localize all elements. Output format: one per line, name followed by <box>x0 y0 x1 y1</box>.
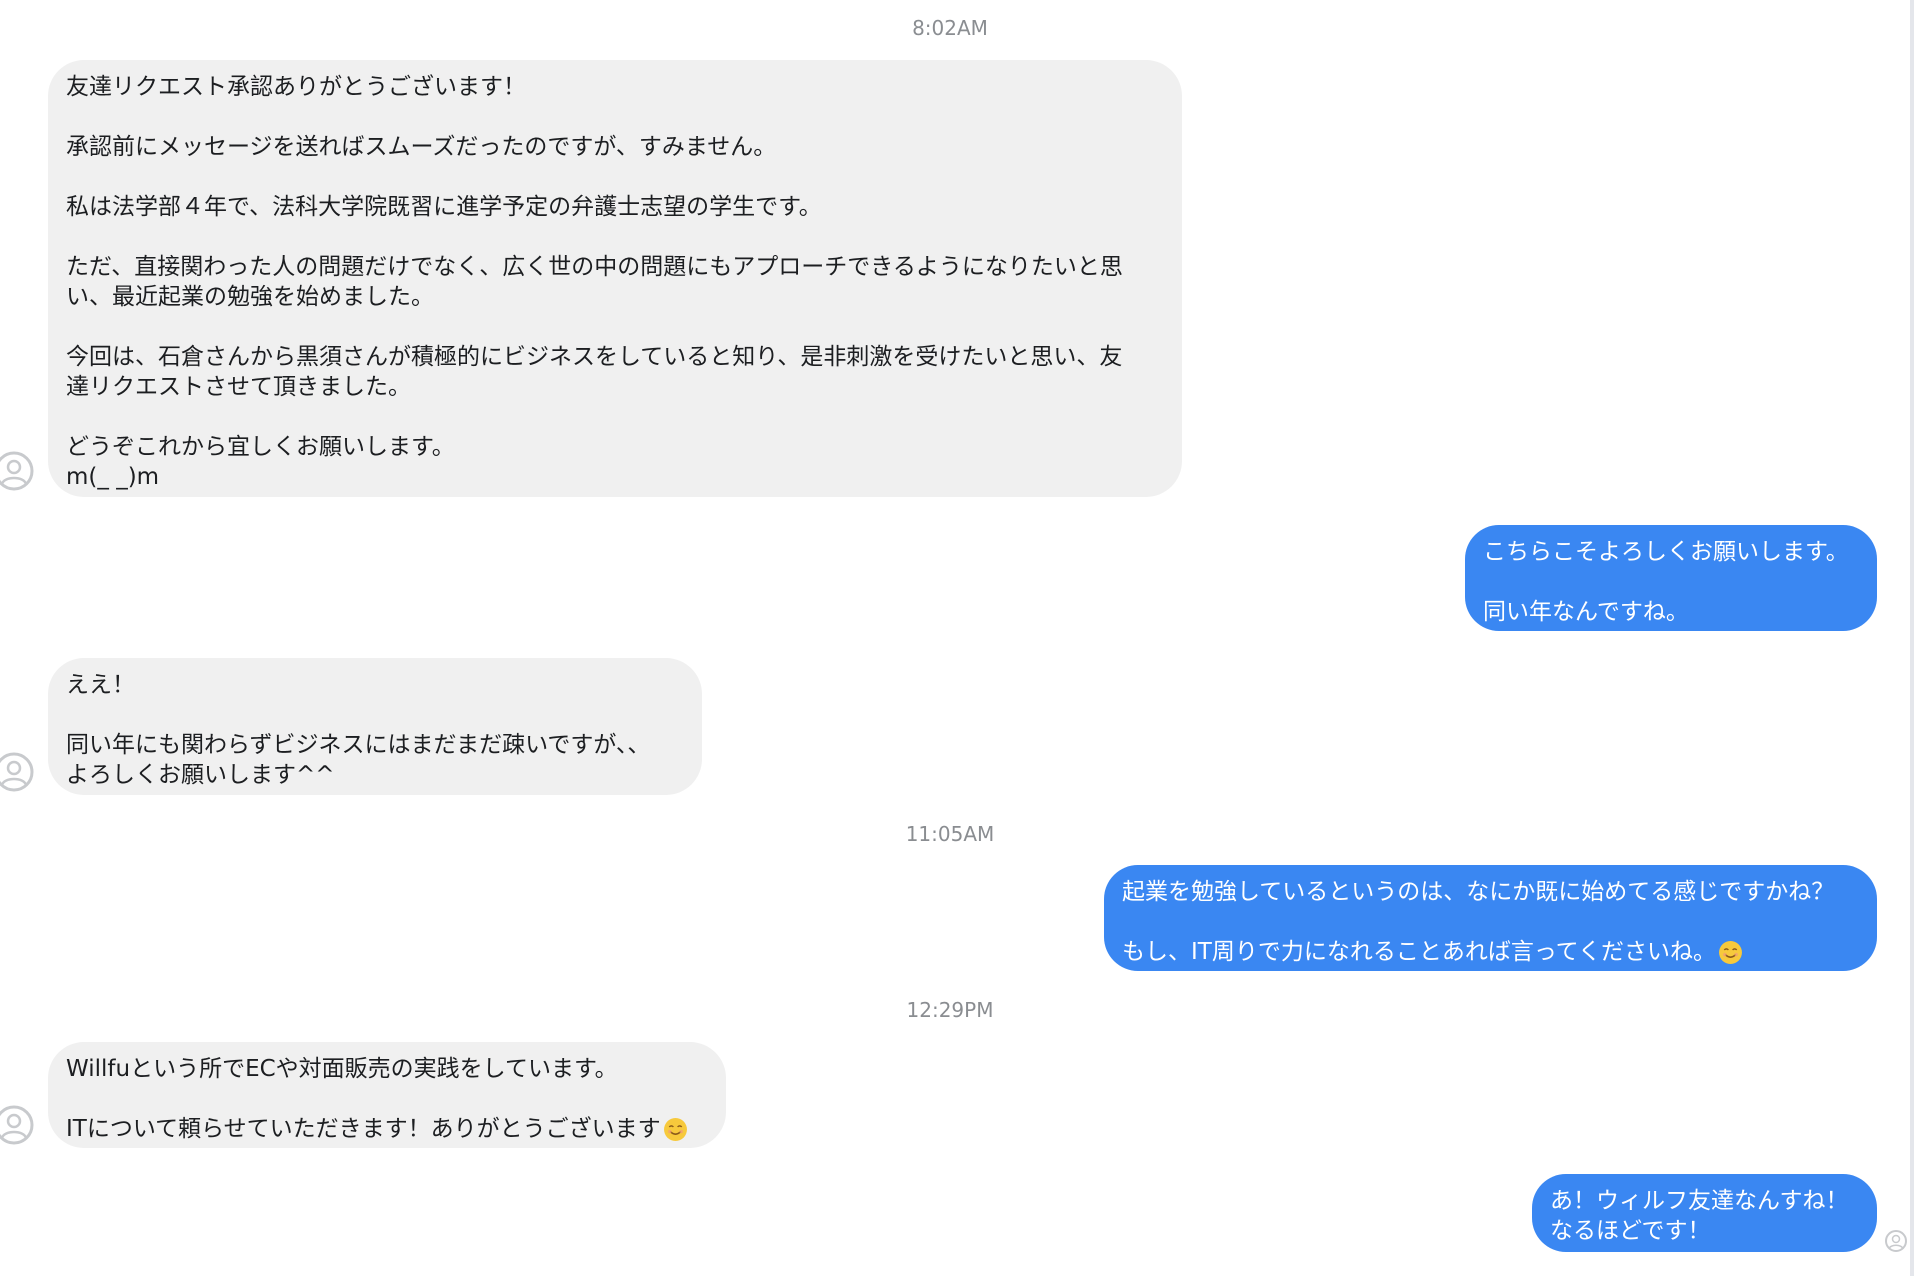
smiling-face-icon <box>663 1118 687 1141</box>
message-thread: 8:02AM 友達リクエスト承認ありがとうございます！ 承認前にメッセージを送れば… <box>0 0 1914 1276</box>
message-line: 今回は、石倉さんから黒須さんが積極的にビジネスをしていると知り、是非刺激を受けた… <box>66 344 1123 370</box>
incoming-message-bubble[interactable]: ええ！ 同い年にも関わらずビジネスにはまだまだ疎いですが、、 よろしくお願いします^… <box>48 658 702 795</box>
message-line: ただ、直接関わった人の問題だけでなく、広く世の中の問題にもアプローチできるように… <box>66 254 1123 280</box>
outgoing-message-bubble[interactable]: あ！ウィルフ友達なんすね！ なるほどです！ <box>1532 1174 1877 1252</box>
message-line <box>66 1084 708 1114</box>
incoming-message-bubble[interactable]: 友達リクエスト承認ありがとうございます！ 承認前にメッセージを送ればスムーズだった… <box>48 60 1182 497</box>
message-line: どうぞこれから宜しくお願いします。 <box>66 434 455 460</box>
message-line <box>1122 907 1859 937</box>
timestamp: 8:02AM <box>912 16 988 40</box>
timestamp: 11:05AM <box>905 822 995 846</box>
avatar-icon <box>0 451 34 491</box>
message-line: あ！ウィルフ友達なんすね！ <box>1550 1188 1849 1214</box>
avatar-icon <box>0 752 34 792</box>
outgoing-message-bubble[interactable]: 起業を勉強しているというのは、なにか既に始めてる感じですかね？ もし、IT周りで力… <box>1104 865 1877 971</box>
message-line: 承認前にメッセージを送ればスムーズだったのですが、すみません。 <box>66 134 777 160</box>
message-line <box>66 222 1164 252</box>
smiling-face-icon <box>1719 941 1742 964</box>
incoming-message-bubble[interactable]: Willfuという所でECや対面販売の実践をしています。 ITについて頼らせていた… <box>48 1042 726 1148</box>
message-line: 同い年なんですね。 <box>1483 599 1689 625</box>
avatar-icon <box>0 1105 34 1145</box>
message-line: ええ！ <box>66 672 135 698</box>
message-line: なるほどです！ <box>1550 1218 1711 1244</box>
message-line <box>66 402 1164 432</box>
seen-avatar-icon <box>1885 1230 1907 1252</box>
message-line: よろしくお願いします^^ <box>66 762 335 788</box>
message-line: m(_ _)m <box>66 464 160 490</box>
outgoing-message-bubble[interactable]: こちらこそよろしくお願いします。 同い年なんですね。 <box>1465 525 1877 631</box>
message-line: 同い年にも関わらずビジネスにはまだまだ疎いですが、、 <box>66 732 651 758</box>
message-line: 友達リクエスト承認ありがとうございます！ <box>66 74 526 100</box>
message-line <box>66 162 1164 192</box>
timestamp: 12:29PM <box>906 998 994 1022</box>
message-line: もし、IT周りで力になれることあれば言ってくださいね。 <box>1122 937 1859 967</box>
message-line: ITについて頼らせていただきます！ありがとうございます <box>66 1114 708 1144</box>
message-line <box>66 700 684 730</box>
message-line <box>66 312 1164 342</box>
message-line: 私は法学部４年で、法科大学院既習に進学予定の弁護士志望の学生です。 <box>66 194 822 220</box>
message-line: Willfuという所でECや対面販売の実践をしています。 <box>66 1056 618 1082</box>
message-line: 達リクエストさせて頂きました。 <box>66 374 411 400</box>
scrollbar[interactable] <box>1910 0 1914 1276</box>
message-line: い、最近起業の勉強を始めました。 <box>66 284 434 310</box>
message-line <box>1483 567 1859 597</box>
message-line: 起業を勉強しているというのは、なにか既に始めてる感じですかね？ <box>1122 879 1835 905</box>
message-line: こちらこそよろしくお願いします。 <box>1483 539 1849 565</box>
message-line <box>66 102 1164 132</box>
